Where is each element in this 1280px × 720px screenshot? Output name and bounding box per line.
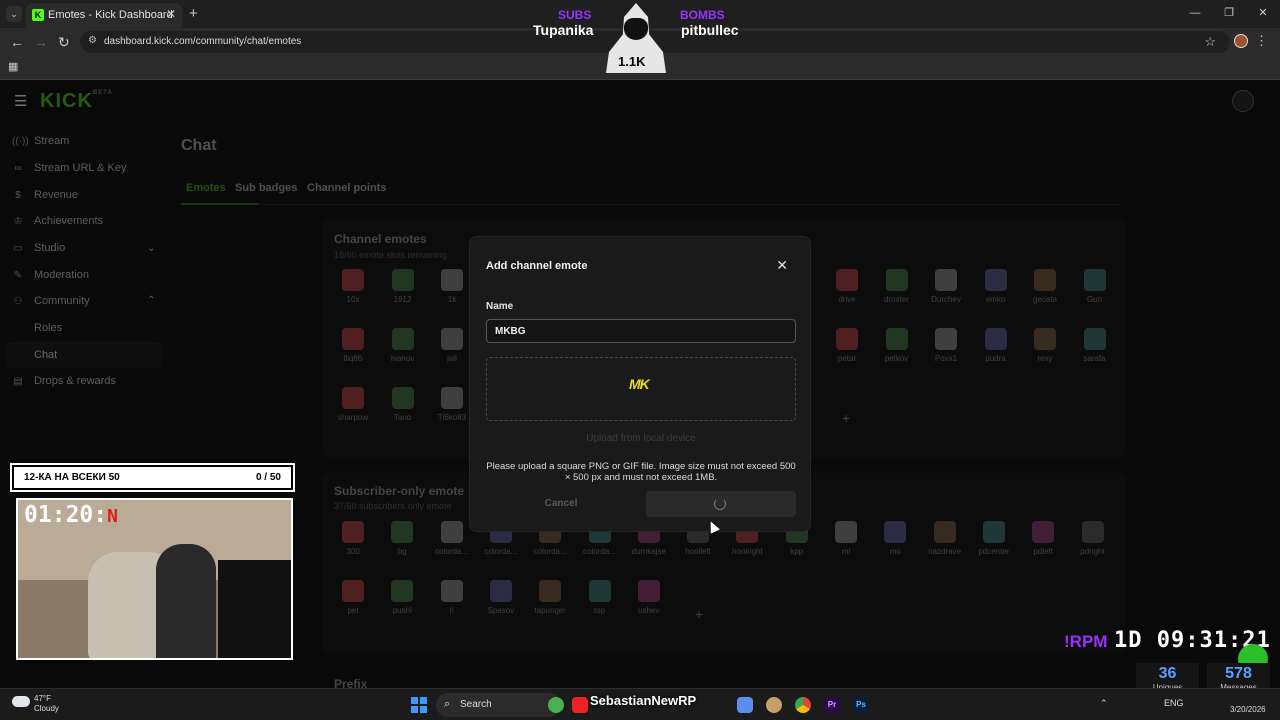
modal-title: Add channel emote xyxy=(486,260,588,272)
tab-close-icon[interactable]: ✕ xyxy=(166,7,176,21)
minimize-button[interactable]: — xyxy=(1178,0,1212,28)
emote-name-input[interactable] xyxy=(486,319,796,343)
chrome-icon[interactable] xyxy=(795,697,811,713)
weather-condition: Cloudy xyxy=(34,704,59,713)
upload-from-device-button[interactable]: Upload from local device xyxy=(470,433,812,444)
search-icon: ⌕ xyxy=(444,698,451,710)
restore-button[interactable]: ❐ xyxy=(1212,0,1246,28)
upload-help-text: Please upload a square PNG or GIF file. … xyxy=(486,461,796,483)
youtube-icon[interactable] xyxy=(572,697,588,713)
mascot-count: 1.1K xyxy=(618,54,646,69)
app-icon[interactable] xyxy=(548,697,564,713)
bombs-name: pitbullec xyxy=(681,22,739,38)
bombs-label: BOMBS xyxy=(680,8,725,22)
premiere-icon[interactable]: Pr xyxy=(824,697,840,713)
goal-text: 12-КА НА ВСЕКИ 50 xyxy=(24,472,120,483)
timer-seconds: N xyxy=(107,506,118,527)
url-text: dashboard.kick.com/community/chat/emotes xyxy=(104,36,302,47)
webcam-overlay: 01:20:N xyxy=(16,498,293,660)
browser-tab[interactable]: K Emotes - Kick Dashboard ✕ xyxy=(26,3,182,28)
new-tab-button[interactable]: + xyxy=(189,5,198,22)
day-label: 1D xyxy=(1114,628,1143,653)
goal-count: 0 / 50 xyxy=(255,472,281,483)
reload-icon[interactable]: ↻ xyxy=(58,34,70,51)
sub-goal-bar: 12-КА НА ВСЕКИ 50 0 / 50 xyxy=(12,465,293,490)
uniques-count: 36 xyxy=(1158,665,1177,682)
browser-menu-icon[interactable]: ⋮ xyxy=(1255,33,1268,49)
stream-timer: 01:20:N xyxy=(24,502,118,528)
cloud-icon[interactable] xyxy=(12,696,30,707)
timer-hours: 01 xyxy=(24,502,52,528)
rpm-label: !RPM xyxy=(1064,632,1108,651)
windows-start-icon[interactable] xyxy=(411,697,427,713)
cancel-button[interactable]: Cancel xyxy=(486,491,636,517)
tab-title: Emotes - Kick Dashboard xyxy=(48,9,173,21)
subs-bombs-overlay: SUBS Tupanika 1.1K BOMBS pitbullec xyxy=(520,0,760,76)
back-arrow-icon[interactable]: ← xyxy=(10,34,24,50)
window-controls: — ❐ ✕ xyxy=(1178,0,1280,28)
apps-grid-icon[interactable]: ▦ xyxy=(8,60,18,73)
close-icon[interactable]: ✕ xyxy=(776,257,788,274)
app-icon[interactable] xyxy=(737,697,753,713)
subs-label: SUBS xyxy=(558,8,592,22)
screen: ⌄ K Emotes - Kick Dashboard ✕ + — ❐ ✕ ← … xyxy=(0,0,1280,720)
weather-widget[interactable]: 47°F Cloudy xyxy=(34,694,59,714)
date-readout: 3/20/2026 xyxy=(1230,705,1266,714)
streamer-name: SebastianNewRP xyxy=(590,693,697,708)
loading-spinner-icon xyxy=(714,498,726,510)
language-indicator[interactable]: ENG xyxy=(1164,698,1184,708)
bookmark-star-icon[interactable]: ☆ xyxy=(1204,34,1216,50)
cam-person xyxy=(156,544,216,658)
cam-monitor xyxy=(218,560,291,658)
forward-arrow-icon[interactable]: → xyxy=(34,34,48,50)
photoshop-icon[interactable]: Ps xyxy=(853,697,869,713)
kick-favicon-icon: K xyxy=(32,9,44,21)
app-icon[interactable] xyxy=(766,697,782,713)
messages-count: 578 xyxy=(1225,665,1252,682)
tab-search-button[interactable]: ⌄ xyxy=(6,6,22,22)
mascot-face xyxy=(624,18,648,40)
taskbar-search[interactable]: ⌕ Search xyxy=(436,693,561,717)
close-window-button[interactable]: ✕ xyxy=(1246,0,1280,28)
add-emote-modal: Add channel emote ✕ Name MK Upload from … xyxy=(469,236,811,532)
upload-dropzone[interactable]: MK xyxy=(486,357,796,421)
profile-avatar[interactable] xyxy=(1234,34,1248,48)
site-info-icon[interactable]: ⚙ xyxy=(88,35,97,46)
emote-preview-image: MK xyxy=(629,376,650,392)
timer-minutes: 20 xyxy=(65,502,94,528)
temperature: 47°F xyxy=(34,694,51,703)
submit-button[interactable] xyxy=(646,491,796,517)
name-label: Name xyxy=(486,301,514,312)
search-label: Search xyxy=(460,699,492,710)
tray-chevron-icon[interactable]: ⌃ xyxy=(1100,698,1108,709)
windows-taskbar: 47°F Cloudy ⌕ Search Pr Ps SebastianNewRP … xyxy=(0,688,1280,720)
subs-name: Tupanika xyxy=(533,22,594,38)
